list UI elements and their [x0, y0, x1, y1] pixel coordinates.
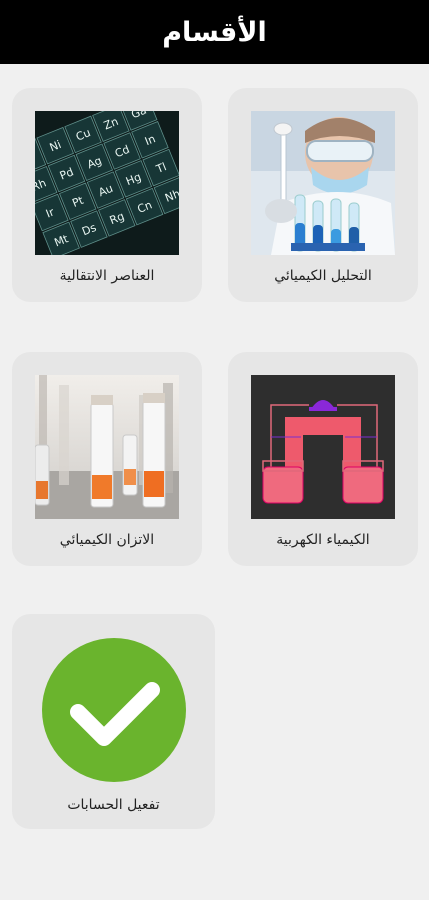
section-card-account-activation[interactable]: تفعيل الحسابات	[12, 614, 215, 829]
section-card-chemical-equilibrium[interactable]: الاتزان الكيميائي	[12, 352, 202, 566]
section-label: التحليل الكيميائي	[274, 268, 372, 284]
electrolysis-diagram	[251, 375, 395, 519]
section-card-electrochemistry[interactable]: الكيمياء الكهربية	[228, 352, 418, 566]
section-card-chemical-analysis[interactable]: التحليل الكيميائي	[228, 88, 418, 302]
section-label: الاتزان الكيميائي	[59, 532, 155, 548]
section-label: العناصر الانتقالية	[59, 268, 155, 284]
test-tubes-photo	[35, 375, 179, 519]
lab-analysis-photo	[251, 111, 395, 255]
page-title: الأقسام	[162, 16, 267, 48]
checkmark-circle-icon	[42, 638, 186, 782]
section-label: الكيمياء الكهربية	[276, 532, 370, 548]
section-card-transition-elements[interactable]: CoNiCuZnGaRhPdAgCdInIrPtAuHgTlMtDsRgCnNh…	[12, 88, 202, 302]
section-label: تفعيل الحسابات	[67, 797, 160, 813]
app-bar: الأقسام	[0, 0, 429, 64]
periodic-table-photo: CoNiCuZnGaRhPdAgCdInIrPtAuHgTlMtDsRgCnNh	[35, 111, 179, 255]
